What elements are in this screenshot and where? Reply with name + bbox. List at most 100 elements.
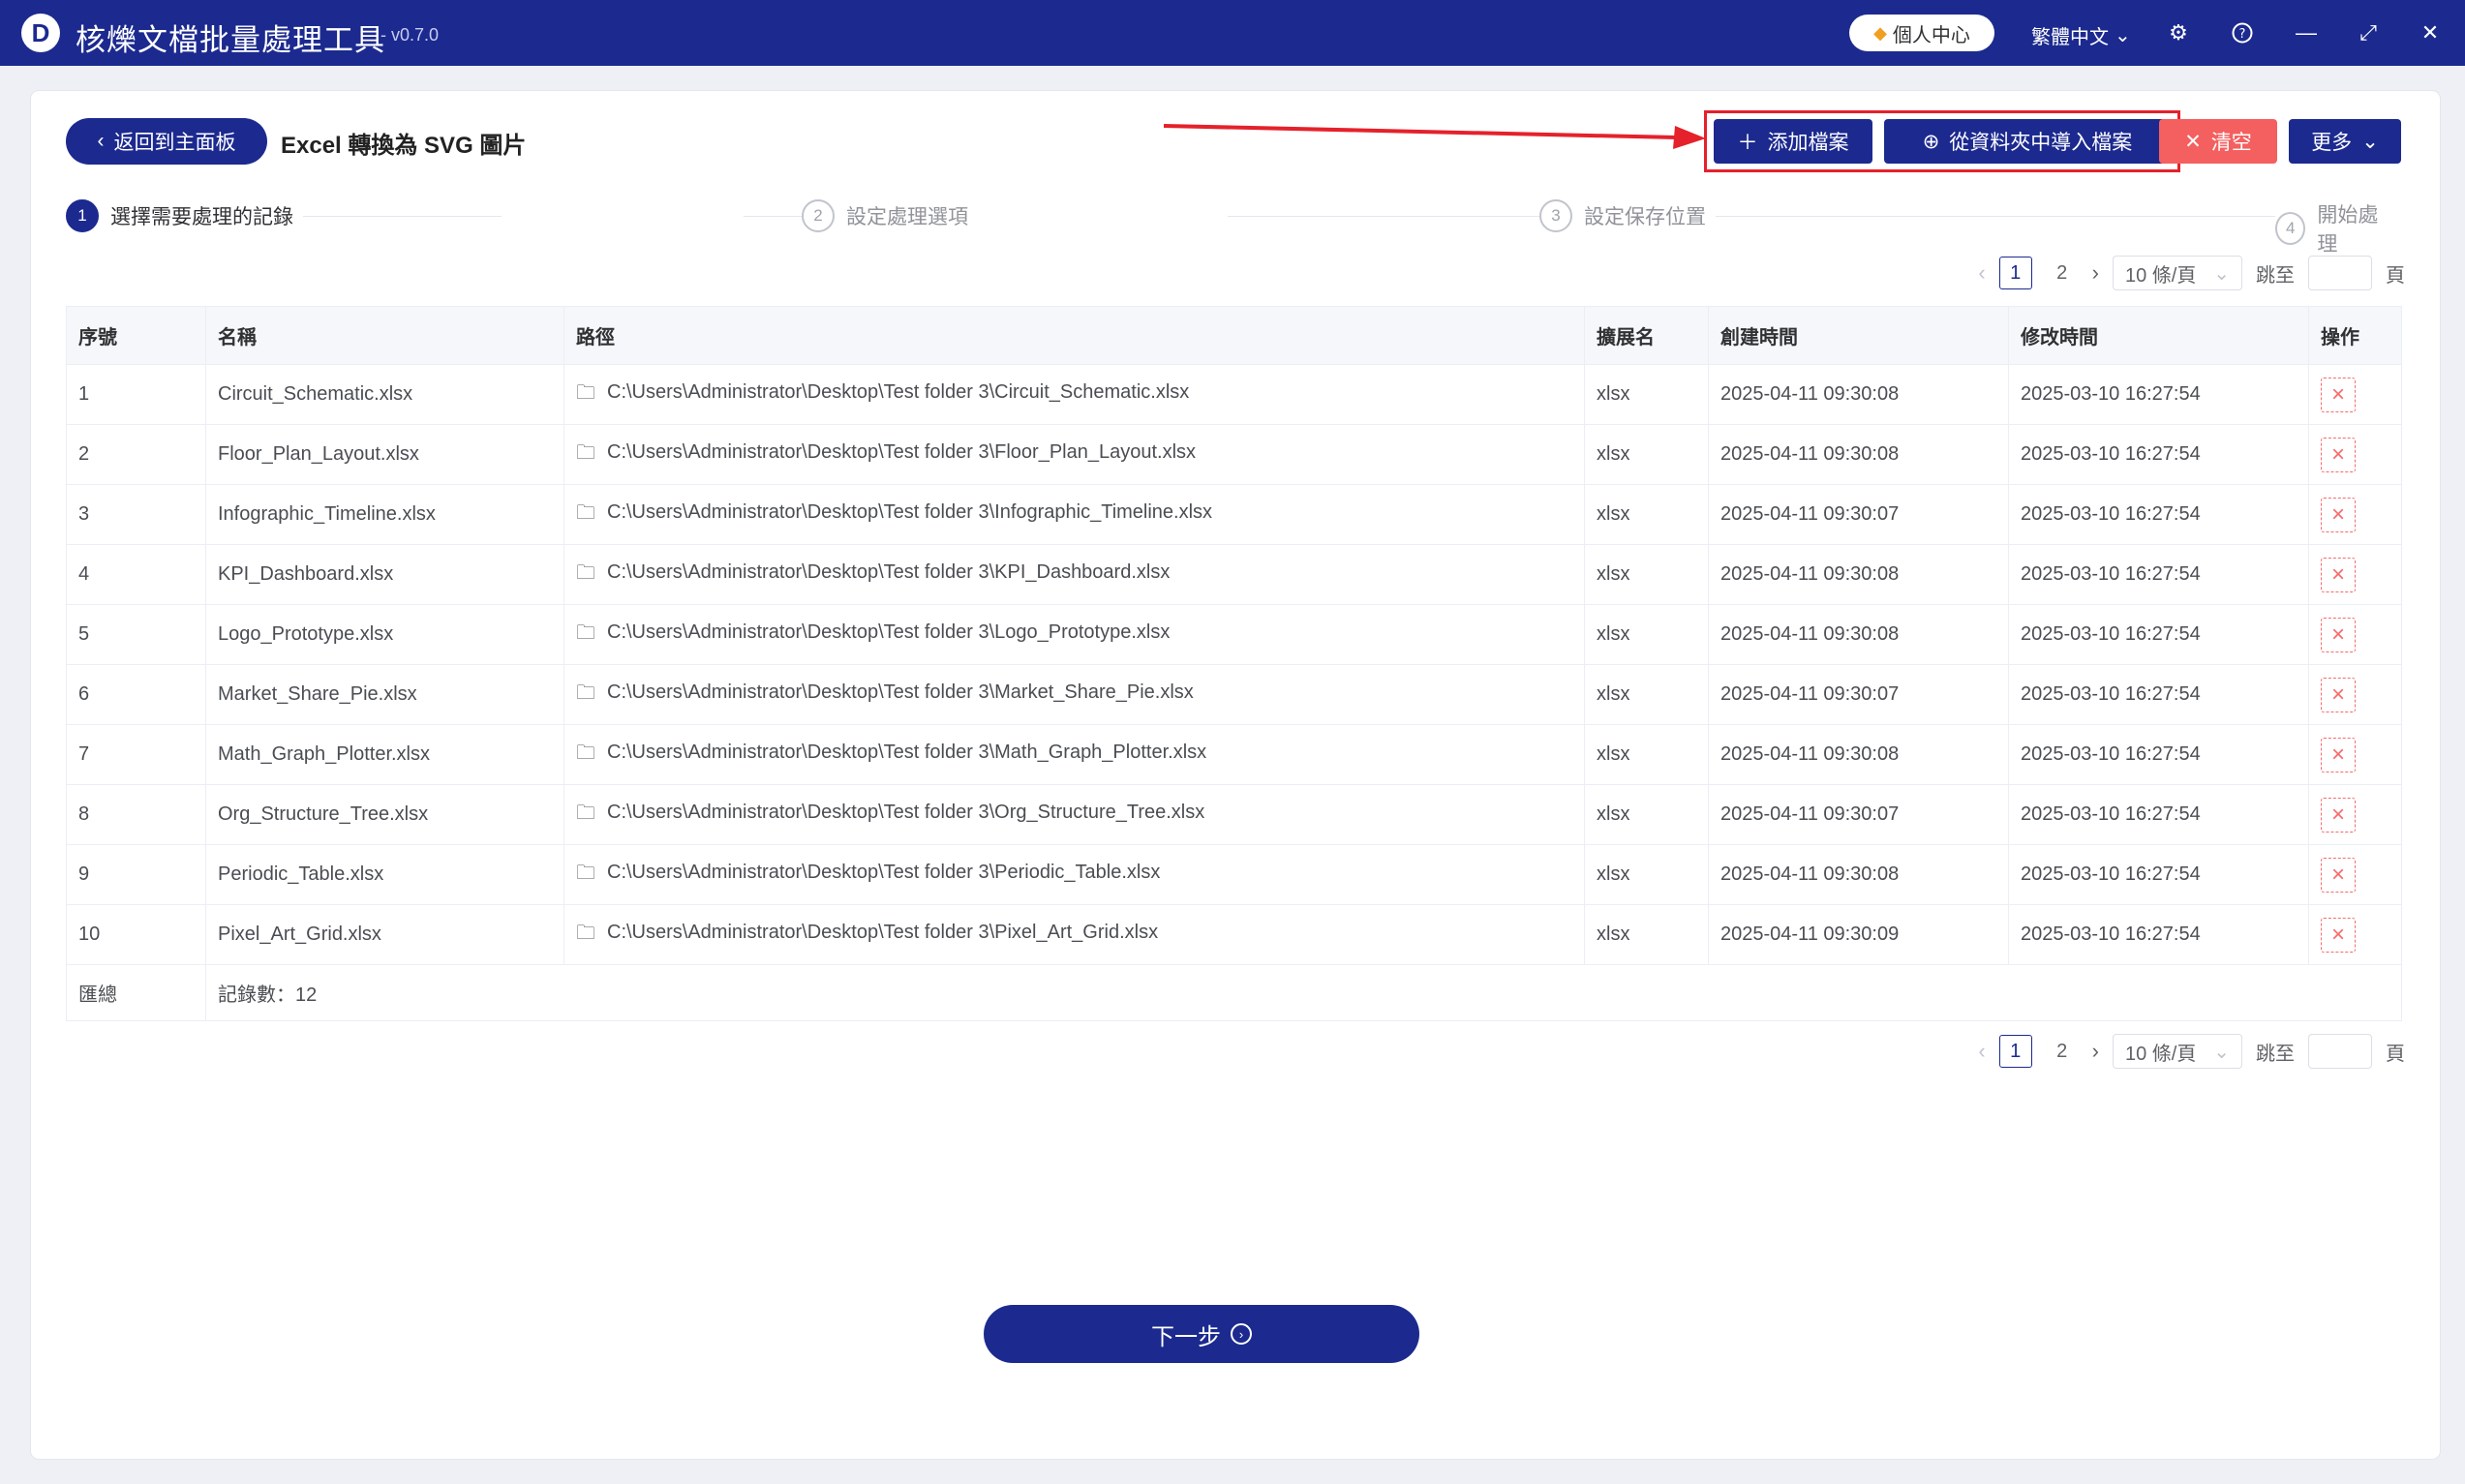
col-header-index: 序號 [66, 306, 206, 365]
close-icon[interactable]: ✕ [2413, 15, 2448, 50]
back-to-main-button[interactable]: ‹ 返回到主面板 [66, 118, 267, 165]
col-header-path: 路徑 [563, 306, 1585, 365]
close-icon: × [2330, 801, 2345, 828]
settings-gear-icon[interactable]: ⚙ [2161, 15, 2196, 50]
annotation-arrow [1164, 124, 1706, 149]
cell-extension: xlsx [1584, 604, 1709, 665]
delete-row-button[interactable]: × [2321, 497, 2356, 532]
cell-action: × [2308, 784, 2402, 845]
maximize-icon[interactable]: ⤢ [2351, 15, 2386, 50]
path-text: C:\Users\Administrator\Desktop\Test fold… [607, 921, 1159, 943]
folder-icon[interactable]: 🗀 [576, 379, 595, 411]
page-unit-label: 頁 [2386, 264, 2405, 287]
path-text: C:\Users\Administrator\Desktop\Test fold… [607, 861, 1161, 883]
page-2-button[interactable]: 2 [2046, 257, 2079, 289]
main-panel: ‹ 返回到主面板 Excel 轉換為 SVG 圖片 ＋ 添加檔案 ⊕ 從資料夾中… [31, 91, 2440, 1459]
page-size-select[interactable]: 10 條/頁 ⌄ [2113, 256, 2242, 290]
page-1-button[interactable]: 1 [1998, 1035, 2032, 1068]
file-table: 序號 名稱 路徑 擴展名 創建時間 修改時間 操作 1 Circuit_Schem… [66, 306, 2402, 1021]
next-step-button[interactable]: 下一步 › [984, 1305, 1419, 1363]
cell-created: 2025-04-11 09:30:08 [1708, 544, 2009, 605]
next-page-icon[interactable]: › [2092, 260, 2099, 286]
table-row: 6 Market_Share_Pie.xlsx 🗀 C:\Users\Administ… [66, 664, 2402, 725]
cell-path: 🗀 C:\Users\Administrator\Desktop\Test fol… [563, 484, 1585, 545]
next-page-icon[interactable]: › [2092, 1039, 2099, 1064]
col-header-extension: 擴展名 [1584, 306, 1709, 365]
jump-page-input[interactable] [2308, 256, 2372, 290]
summary-row: 匯總 記錄數：12 [66, 964, 2402, 1021]
import-from-folder-button[interactable]: ⊕ 從資料夾中導入檔案 [1884, 119, 2171, 164]
cell-created: 2025-04-11 09:30:07 [1708, 664, 2009, 725]
pagination-top: ‹ 1 2 › 10 條/頁 ⌄ 跳至 頁 [1978, 256, 2405, 290]
cell-index: 8 [66, 784, 206, 845]
path-text: C:\Users\Administrator\Desktop\Test fold… [607, 440, 1197, 463]
delete-row-button[interactable]: × [2321, 797, 2356, 833]
cell-path: 🗀 C:\Users\Administrator\Desktop\Test fol… [563, 364, 1585, 425]
delete-row-button[interactable]: × [2321, 377, 2356, 412]
folder-icon[interactable]: 🗀 [576, 499, 595, 531]
cell-index: 6 [66, 664, 206, 725]
cell-index: 1 [66, 364, 206, 425]
cell-index: 10 [66, 904, 206, 965]
cell-extension: xlsx [1584, 904, 1709, 965]
folder-icon[interactable]: 🗀 [576, 679, 595, 712]
cell-extension: xlsx [1584, 664, 1709, 725]
more-dropdown-button[interactable]: 更多 ⌄ [2289, 119, 2401, 164]
close-icon: × [2330, 681, 2345, 708]
add-file-button[interactable]: ＋ 添加檔案 [1714, 119, 1872, 164]
cell-created: 2025-04-11 09:30:07 [1708, 484, 2009, 545]
page-1-button[interactable]: 1 [1998, 257, 2032, 289]
prev-page-icon[interactable]: ‹ [1978, 260, 1985, 286]
cell-created: 2025-04-11 09:30:08 [1708, 844, 2009, 905]
personal-center-button[interactable]: ◆ 個人中心 [1849, 15, 1994, 51]
delete-row-button[interactable]: × [2321, 857, 2356, 893]
more-label: 更多 [2311, 132, 2353, 154]
folder-icon[interactable]: 🗀 [576, 859, 595, 892]
page-size-select[interactable]: 10 條/頁 ⌄ [2113, 1034, 2242, 1069]
path-text: C:\Users\Administrator\Desktop\Test fold… [607, 681, 1194, 703]
cell-name: Pixel_Art_Grid.xlsx [205, 904, 564, 965]
cell-action: × [2308, 664, 2402, 725]
language-label: 繁體中文 [2031, 27, 2109, 48]
cell-name: Infographic_Timeline.xlsx [205, 484, 564, 545]
step-number: 3 [1539, 199, 1572, 232]
delete-row-button[interactable]: × [2321, 677, 2356, 712]
page-2-button[interactable]: 2 [2046, 1035, 2079, 1068]
folder-icon[interactable]: 🗀 [576, 739, 595, 772]
clear-button[interactable]: ✕ 清空 [2159, 119, 2277, 164]
table-header-row: 序號 名稱 路徑 擴展名 創建時間 修改時間 操作 [66, 306, 2402, 365]
summary-value: 記錄數：12 [205, 964, 2402, 1021]
folder-icon[interactable]: 🗀 [576, 619, 595, 651]
delete-row-button[interactable]: × [2321, 737, 2356, 772]
cell-modified: 2025-03-10 16:27:54 [2008, 784, 2309, 845]
step-label: 選擇需要處理的記錄 [110, 206, 293, 228]
delete-row-button[interactable]: × [2321, 917, 2356, 953]
table-row: 8 Org_Structure_Tree.xlsx 🗀 C:\Users\Admini… [66, 784, 2402, 845]
folder-icon[interactable]: 🗀 [576, 559, 595, 591]
delete-row-button[interactable]: × [2321, 617, 2356, 652]
delete-row-button[interactable]: × [2321, 557, 2356, 592]
step-number: 1 [66, 199, 99, 232]
help-icon[interactable]: ? [2225, 15, 2260, 50]
step-4: 4 開始處理 [2275, 199, 2401, 257]
folder-icon[interactable]: 🗀 [576, 919, 595, 952]
cell-action: × [2308, 424, 2402, 485]
language-select[interactable]: 繁體中文 ⌄ [2031, 21, 2131, 49]
page-unit-label: 頁 [2386, 1043, 2405, 1065]
cell-index: 7 [66, 724, 206, 785]
minimize-icon[interactable]: — [2289, 15, 2324, 50]
table-row: 7 Math_Graph_Plotter.xlsx 🗀 C:\Users\Admini… [66, 724, 2402, 785]
cell-path: 🗀 C:\Users\Administrator\Desktop\Test fol… [563, 844, 1585, 905]
step-connector [1228, 216, 2351, 217]
close-icon: × [2330, 500, 2345, 528]
delete-row-button[interactable]: × [2321, 437, 2356, 472]
folder-icon[interactable]: 🗀 [576, 439, 595, 471]
cell-action: × [2308, 364, 2402, 425]
cell-modified: 2025-03-10 16:27:54 [2008, 364, 2309, 425]
cell-action: × [2308, 904, 2402, 965]
jump-page-input[interactable] [2308, 1034, 2372, 1069]
table-row: 9 Periodic_Table.xlsx 🗀 C:\Users\Administra… [66, 844, 2402, 905]
col-header-modified: 修改時間 [2008, 306, 2309, 365]
folder-icon[interactable]: 🗀 [576, 799, 595, 832]
prev-page-icon[interactable]: ‹ [1978, 1039, 1985, 1064]
